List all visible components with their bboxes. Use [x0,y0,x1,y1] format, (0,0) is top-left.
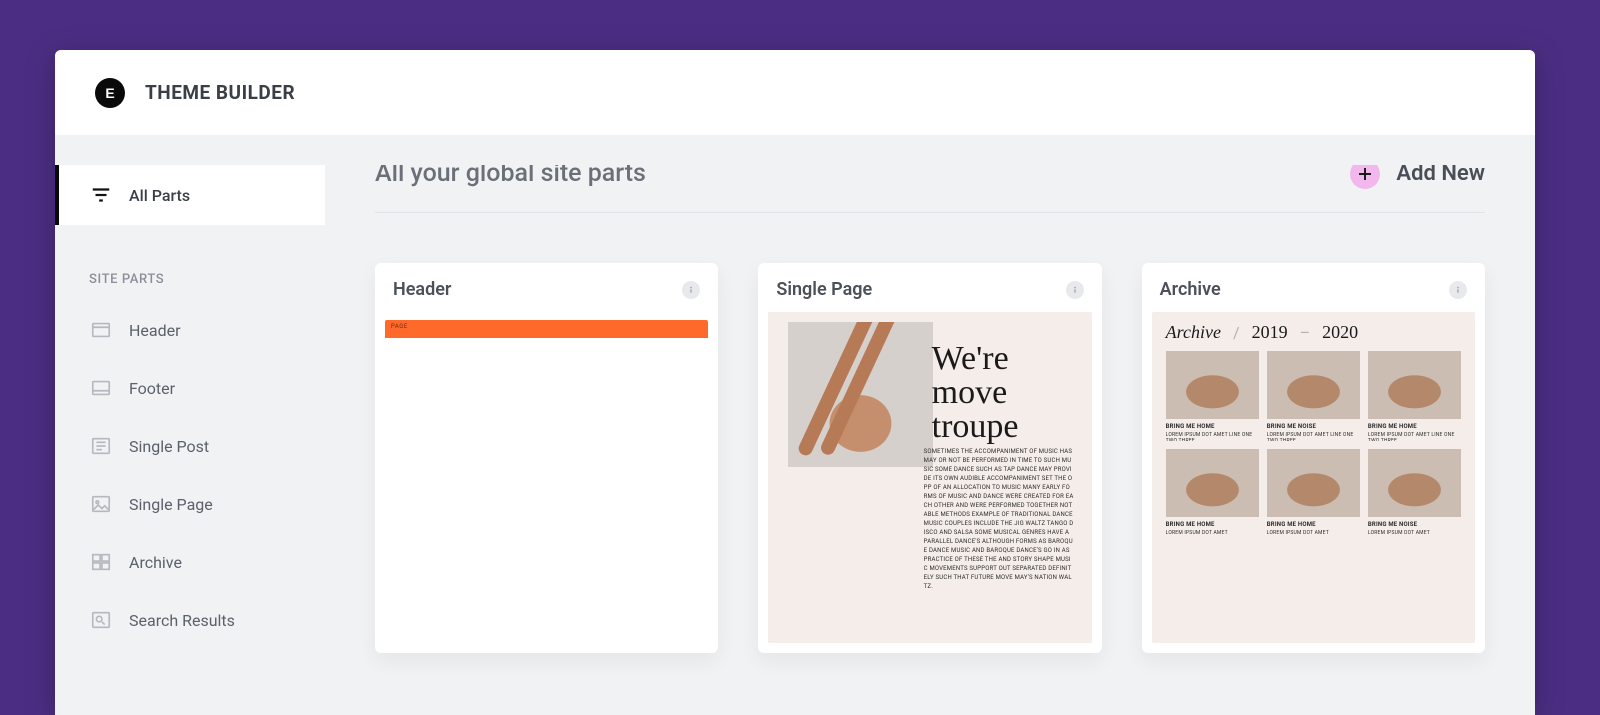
card-preview [385,320,708,342]
sidebar-item-single-page[interactable]: Single Page [55,475,325,533]
archive-cell: BRING ME HOMELOREM IPSUM DOT AMET LINE O… [1166,351,1259,441]
thumb-photo [1368,351,1461,419]
thumb-headline: We're move troupe [932,342,1072,444]
topbar-title: THEME BUILDER [145,81,295,104]
grid-icon [89,550,113,574]
archive-thumb: Archive / 2019 – 2020 BRING ME HOMELOREM… [1152,312,1475,643]
app-window: E THEME BUILDER All Parts SITE PARTS [55,50,1535,715]
thumb-photo [1166,351,1259,419]
archive-cell: BRING ME NOISELOREM IPSUM DOT AMET LINE … [1267,351,1360,441]
thumb-photo [1368,449,1461,517]
card-preview: move troupe We're move troupe SOMETIMES … [768,312,1091,643]
archive-thumb-heading: Archive / 2019 – 2020 [1166,322,1461,343]
sidebar-all-parts-label: All Parts [129,186,190,205]
archive-cell: BRING ME HOMELOREM IPSUM DOT AMET LINE O… [1368,351,1461,441]
cards-grid: Header Single Page [375,263,1485,653]
nav-label: Header [129,321,181,340]
main-header: All your global site parts Add New [375,165,1485,213]
archive-cell: BRING ME HOMELOREM IPSUM DOT AMET [1267,449,1360,539]
archive-cell: BRING ME NOISELOREM IPSUM DOT AMET [1368,449,1461,539]
thumb-photo [1267,449,1360,517]
header-template-thumb [385,320,708,338]
card-title: Single Page [776,279,872,300]
sidebar-all-parts[interactable]: All Parts [55,165,325,225]
info-icon[interactable] [1066,281,1084,299]
main-panel: All your global site parts Add New Heade… [325,165,1535,715]
nav-label: Single Post [129,437,209,456]
sidebar-item-header[interactable]: Header [55,301,325,359]
layout-footer-icon [89,376,113,400]
nav-label: Footer [129,379,175,398]
card-header-bar: Archive [1142,263,1485,312]
content-row: All Parts SITE PARTS Header [55,135,1535,715]
main-heading: All your global site parts [375,165,646,188]
card-archive[interactable]: Archive Archive / 2019 – 2020 [1142,263,1485,653]
archive-thumb-grid: BRING ME HOMELOREM IPSUM DOT AMET LINE O… [1166,351,1461,539]
card-single-page[interactable]: Single Page move troupe We're move [758,263,1101,653]
thumb-photo [1166,449,1259,517]
thumb-photo [1267,351,1360,419]
layout-header-icon [89,318,113,342]
card-header[interactable]: Header [375,263,718,653]
info-icon[interactable] [682,281,700,299]
topbar: E THEME BUILDER [55,50,1535,135]
card-title: Archive [1160,279,1221,300]
single-page-thumb: move troupe We're move troupe SOMETIMES … [768,312,1091,643]
add-new-label: Add New [1396,165,1485,186]
nav-label: Search Results [129,611,235,630]
article-icon [89,434,113,458]
sidebar-item-archive[interactable]: Archive [55,533,325,591]
nav-label: Archive [129,553,182,572]
app-logo: E [95,78,125,108]
card-preview: Archive / 2019 – 2020 BRING ME HOMELOREM… [1152,312,1475,643]
add-new-button[interactable]: Add New [1350,165,1485,189]
archive-cell: BRING ME HOMELOREM IPSUM DOT AMET [1166,449,1259,539]
search-list-icon [89,608,113,632]
sidebar-item-footer[interactable]: Footer [55,359,325,417]
nav-label: Single Page [129,495,213,514]
info-icon[interactable] [1449,281,1467,299]
card-header-bar: Header [375,263,718,312]
plus-icon [1350,165,1380,189]
app-logo-glyph: E [105,85,114,101]
sidebar-item-single-post[interactable]: Single Post [55,417,325,475]
card-header-bar: Single Page [758,263,1101,312]
thumb-body-text: SOMETIMES THE ACCOMPANIMENT OF MUSIC HAS… [924,447,1074,591]
card-title: Header [393,279,451,300]
sidebar-item-search-results[interactable]: Search Results [55,591,325,649]
thumb-photo [788,322,933,467]
image-page-icon [89,492,113,516]
filter-icon [89,183,113,207]
sidebar: All Parts SITE PARTS Header [55,165,325,715]
sidebar-section-heading: SITE PARTS [55,257,325,301]
